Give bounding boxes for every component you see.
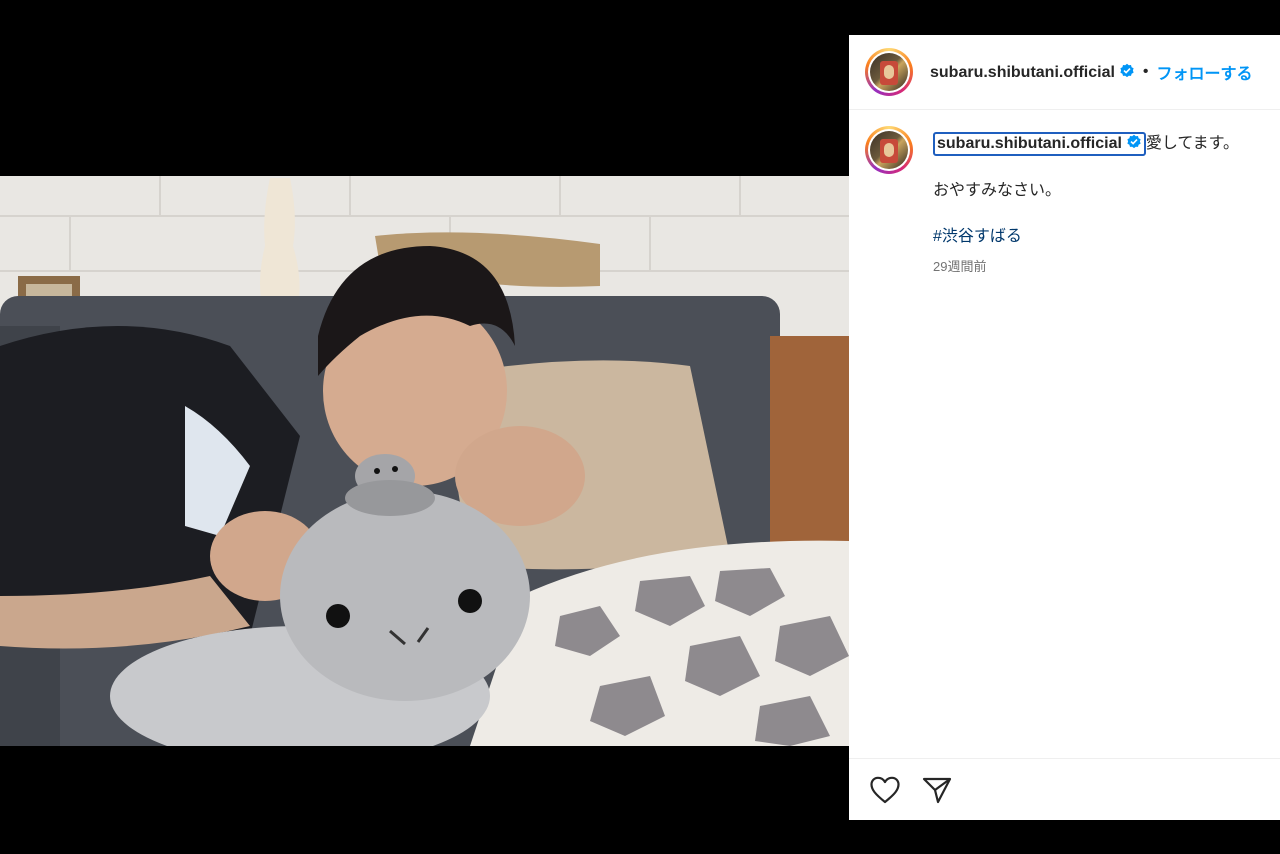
hashtag-link[interactable]: #渋谷すばる [933,222,1239,246]
caption-username[interactable]: subaru.shibutani.official [933,132,1146,156]
heart-icon [870,776,900,804]
verified-badge-icon [1120,63,1134,77]
caption-text-line2: おやすみなさい。 [933,182,1062,199]
author-username[interactable]: subaru.shibutani.official [930,63,1135,82]
verified-badge-icon [1127,134,1141,149]
action-bar [849,758,1280,820]
caption: subaru.shibutani.official 愛してます。 おやすみなさい。… [849,110,1280,275]
separator-dot: • [1142,63,1149,80]
paper-plane-icon [922,777,952,804]
follow-button[interactable]: フォローする [1157,60,1253,84]
share-button[interactable] [921,774,953,806]
post-timestamp[interactable]: 29週間前 [933,256,1239,275]
caption-avatar[interactable] [865,126,913,174]
author-avatar[interactable] [865,48,913,96]
post-detail-panel: subaru.shibutani.official • フォローする subar… [849,35,1280,820]
like-button[interactable] [869,774,901,806]
post-photo[interactable] [0,176,849,746]
post-header: subaru.shibutani.official • フォローする [849,35,1280,110]
caption-text-line1: 愛してます。 [1145,135,1240,152]
